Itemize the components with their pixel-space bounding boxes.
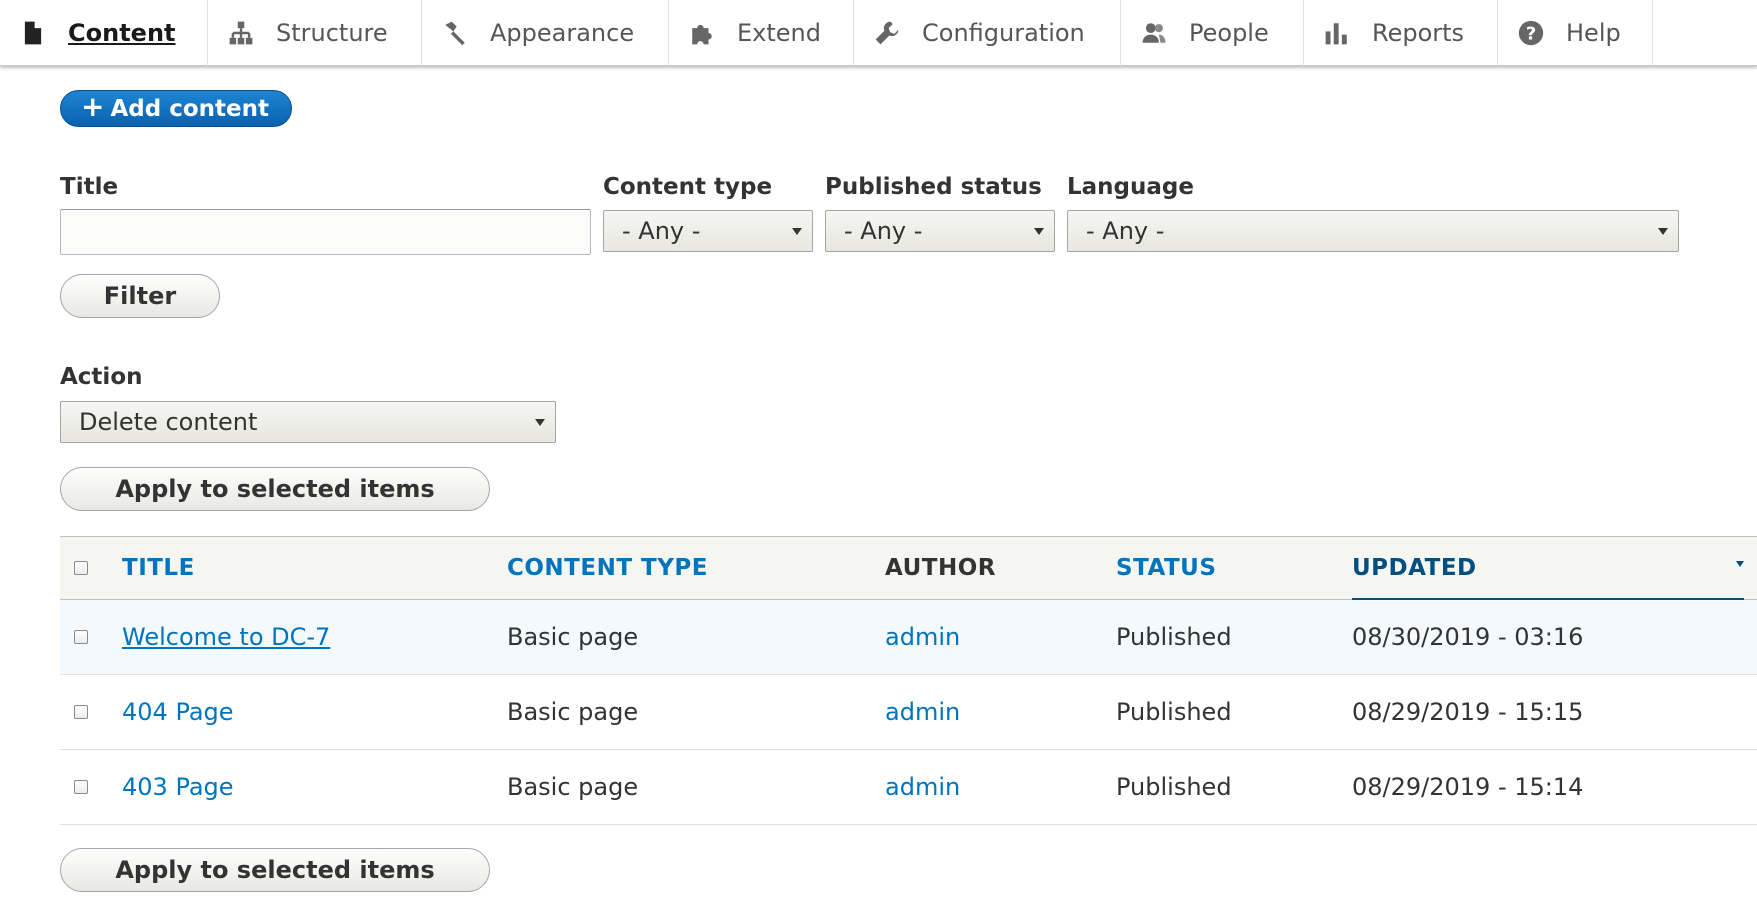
row-status: Published bbox=[1116, 698, 1232, 726]
toolbar-label: People bbox=[1189, 19, 1269, 47]
row-checkbox[interactable] bbox=[74, 630, 88, 644]
bulk-action-select[interactable]: Delete content bbox=[60, 401, 556, 443]
row-status: Published bbox=[1116, 773, 1232, 801]
sitemap-icon bbox=[228, 20, 254, 46]
title-filter-input[interactable] bbox=[60, 209, 591, 255]
language-select[interactable]: - Any - bbox=[1067, 210, 1679, 252]
column-header-author: AUTHOR bbox=[885, 555, 996, 581]
toolbar-item-people[interactable]: People bbox=[1121, 0, 1304, 66]
table-row: 403 Page Basic page admin Published 08/2… bbox=[60, 750, 1757, 825]
row-title-link[interactable]: 403 Page bbox=[122, 750, 234, 824]
published-status-filter-label: Published status bbox=[825, 174, 1042, 200]
admin-toolbar: Content Structure Appearance Extend Conf… bbox=[0, 0, 1757, 66]
content-type-filter-label: Content type bbox=[603, 174, 773, 200]
file-icon bbox=[20, 20, 46, 46]
row-author-link[interactable]: admin bbox=[885, 750, 960, 824]
row-updated: 08/30/2019 - 03:16 bbox=[1352, 623, 1584, 651]
row-author-link[interactable]: admin bbox=[885, 600, 960, 674]
row-updated: 08/29/2019 - 15:15 bbox=[1352, 698, 1584, 726]
chevron-down-icon bbox=[535, 419, 545, 426]
language-selected-value: - Any - bbox=[1086, 217, 1165, 245]
published-status-select[interactable]: - Any - bbox=[825, 210, 1055, 252]
toolbar-item-reports[interactable]: Reports bbox=[1304, 0, 1498, 66]
people-icon bbox=[1141, 20, 1167, 46]
column-header-status[interactable]: STATUS bbox=[1116, 537, 1216, 599]
toolbar-item-structure[interactable]: Structure bbox=[208, 0, 422, 66]
column-header-content-type[interactable]: CONTENT TYPE bbox=[507, 537, 708, 599]
row-author-link[interactable]: admin bbox=[885, 675, 960, 749]
table-row: 404 Page Basic page admin Published 08/2… bbox=[60, 675, 1757, 750]
column-header-title[interactable]: TITLE bbox=[122, 537, 195, 599]
filter-button[interactable]: Filter bbox=[60, 274, 220, 318]
table-header: TITLE CONTENT TYPE AUTHOR STATUS UPDATED bbox=[60, 536, 1757, 600]
content-type-selected-value: - Any - bbox=[622, 217, 701, 245]
row-updated: 08/29/2019 - 15:14 bbox=[1352, 773, 1584, 801]
toolbar-label: Extend bbox=[737, 19, 821, 47]
bar-chart-icon bbox=[1324, 20, 1350, 46]
toolbar-item-content[interactable]: Content bbox=[0, 0, 208, 66]
toolbar-item-extend[interactable]: Extend bbox=[669, 0, 854, 66]
toolbar-item-configuration[interactable]: Configuration bbox=[854, 0, 1121, 66]
help-icon: ? bbox=[1518, 20, 1544, 46]
language-filter-label: Language bbox=[1067, 174, 1194, 200]
sort-descending-icon[interactable] bbox=[1736, 561, 1744, 567]
row-checkbox[interactable] bbox=[74, 705, 88, 719]
action-label: Action bbox=[60, 364, 143, 390]
apply-to-selected-button-bottom[interactable]: Apply to selected items bbox=[60, 848, 490, 892]
apply-to-selected-button-top[interactable]: Apply to selected items bbox=[60, 467, 490, 511]
content-table: TITLE CONTENT TYPE AUTHOR STATUS UPDATED… bbox=[60, 536, 1757, 825]
bulk-action-selected-value: Delete content bbox=[79, 408, 258, 436]
toolbar-label: Reports bbox=[1372, 19, 1465, 47]
chevron-down-icon bbox=[1034, 228, 1044, 235]
chevron-down-icon bbox=[1658, 228, 1668, 235]
svg-text:?: ? bbox=[1526, 24, 1536, 45]
add-content-label: Add content bbox=[110, 95, 269, 122]
row-title-link[interactable]: 404 Page bbox=[122, 675, 234, 749]
title-filter-label: Title bbox=[60, 174, 119, 200]
content-type-select[interactable]: - Any - bbox=[603, 210, 813, 252]
toolbar-label: Structure bbox=[276, 19, 388, 47]
row-status: Published bbox=[1116, 623, 1232, 651]
row-content-type: Basic page bbox=[507, 698, 639, 726]
toolbar-label: Configuration bbox=[922, 19, 1085, 47]
toolbar-label: Content bbox=[68, 19, 176, 47]
paintbrush-icon bbox=[442, 20, 468, 46]
select-all-cell bbox=[74, 537, 88, 599]
row-title-link[interactable]: Welcome to DC-7 bbox=[122, 600, 330, 674]
toolbar-label: Appearance bbox=[490, 19, 635, 47]
toolbar-label: Help bbox=[1566, 19, 1621, 47]
row-checkbox[interactable] bbox=[74, 780, 88, 794]
toolbar-item-appearance[interactable]: Appearance bbox=[422, 0, 669, 66]
chevron-down-icon bbox=[792, 228, 802, 235]
add-content-button[interactable]: + Add content bbox=[60, 90, 292, 127]
wrench-icon bbox=[874, 20, 900, 46]
puzzle-icon bbox=[689, 20, 715, 46]
select-all-checkbox[interactable] bbox=[74, 561, 88, 575]
toolbar-item-help[interactable]: ? Help bbox=[1498, 0, 1653, 66]
published-status-selected-value: - Any - bbox=[844, 217, 923, 245]
column-header-updated[interactable]: UPDATED bbox=[1352, 537, 1477, 599]
row-content-type: Basic page bbox=[507, 623, 639, 651]
table-row: Welcome to DC-7 Basic page admin Publish… bbox=[60, 600, 1757, 675]
row-content-type: Basic page bbox=[507, 773, 639, 801]
plus-icon: + bbox=[81, 90, 105, 123]
